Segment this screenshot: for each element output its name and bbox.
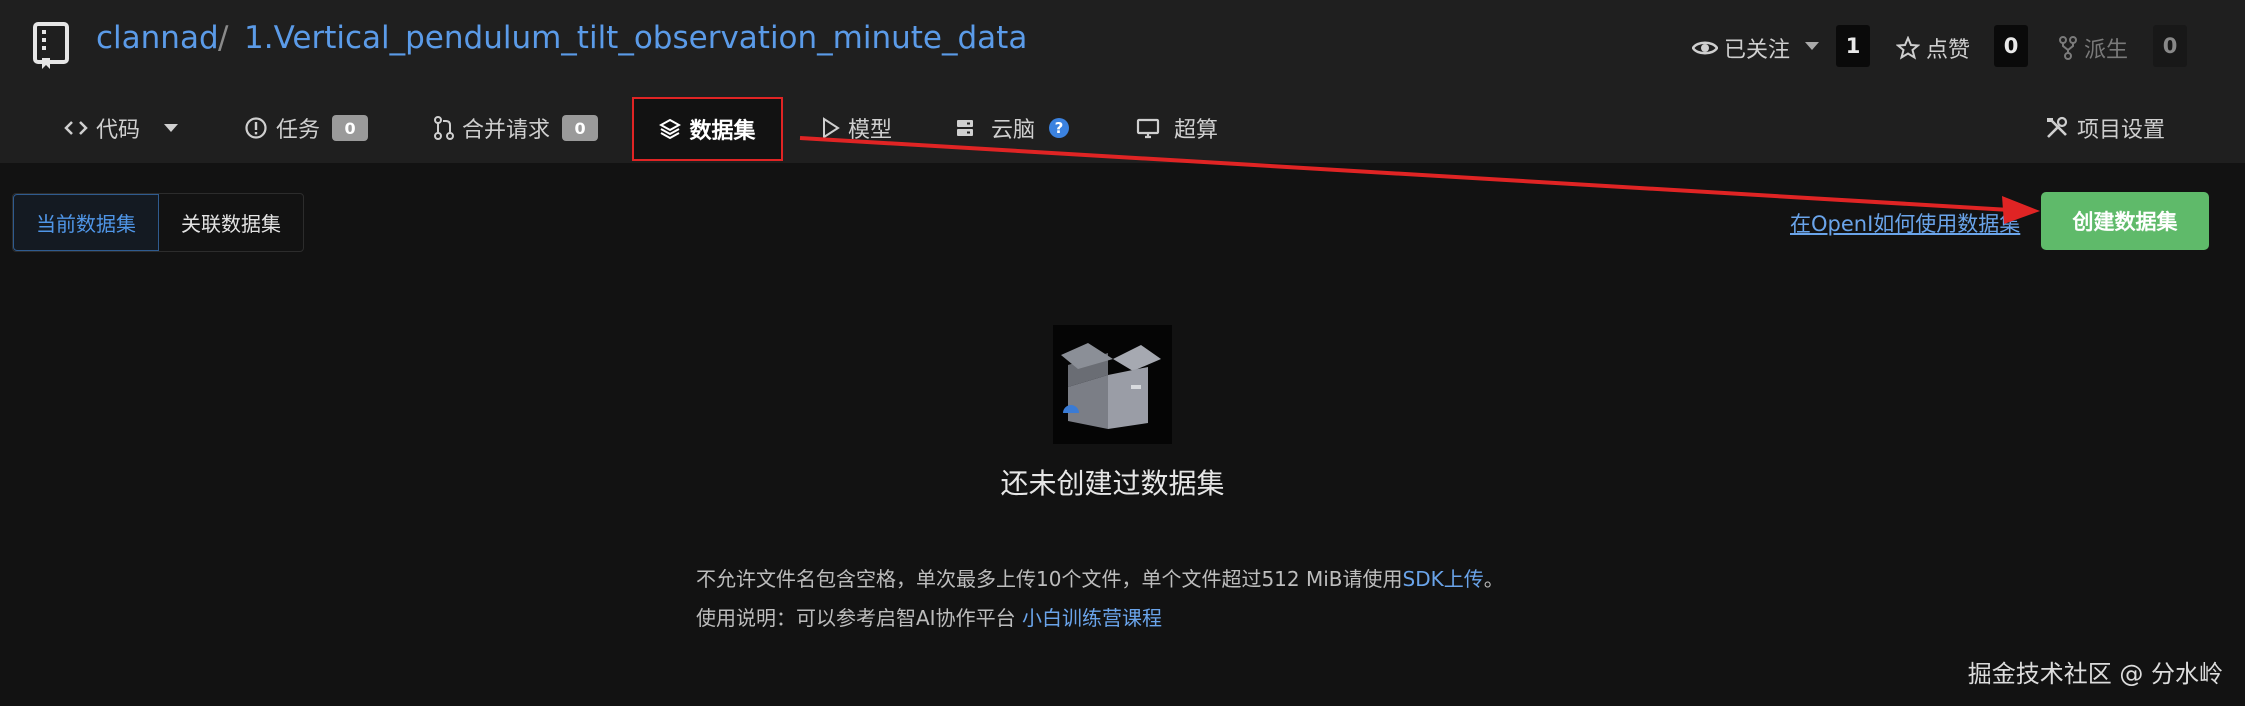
star-button[interactable]: 点赞: [1896, 28, 1970, 68]
eye-icon: [1692, 41, 1718, 55]
related-datasets-tab[interactable]: 关联数据集: [159, 194, 303, 251]
tab-models[interactable]: 模型: [822, 100, 892, 156]
tab-pull-requests[interactable]: 合并请求 0: [434, 100, 599, 156]
project-settings-label: 项目设置: [2077, 118, 2166, 143]
tools-icon: [2047, 116, 2068, 138]
watermark: 掘金技术社区 @ 分水岭: [1967, 660, 2223, 688]
star-label: 点赞: [1926, 38, 1971, 63]
dataset-howto-link[interactable]: 在OpenI如何使用数据集: [1790, 208, 2020, 238]
tab-issues-label: 任务: [276, 118, 321, 143]
repo-header: clannad / 1.Vertical_pendulum_tilt_obser…: [0, 0, 2245, 90]
star-icon: [1896, 36, 1920, 60]
usage-note-text: 使用说明：可以参考启智AI协作平台: [696, 606, 1016, 630]
tab-supercomputing[interactable]: 超算: [1136, 100, 1218, 156]
tab-models-label: 模型: [848, 118, 893, 143]
watch-count: 1: [1836, 25, 1870, 67]
tab-datasets[interactable]: 数据集: [632, 97, 783, 161]
tab-issues[interactable]: 任务 0: [244, 100, 369, 156]
empty-state-title: 还未创建过数据集: [1000, 467, 1225, 500]
server-icon: [957, 120, 973, 136]
monitor-icon: [1136, 118, 1160, 139]
repo-name-link[interactable]: 1.Vertical_pendulum_tilt_observation_min…: [244, 20, 1027, 56]
project-settings-link[interactable]: 项目设置: [2045, 100, 2165, 156]
sdk-upload-link[interactable]: SDK上传: [1403, 567, 1484, 591]
tab-pull-requests-label: 合并请求: [462, 118, 551, 143]
empty-box-icon: [1061, 343, 1161, 429]
fork-label: 派生: [2084, 38, 2129, 63]
layers-icon: [659, 118, 682, 140]
training-course-link[interactable]: 小白训练营课程: [1022, 606, 1162, 630]
usage-note: 使用说明：可以参考启智AI协作平台 小白训练营课程: [696, 602, 1162, 631]
pull-requests-count-badge: 0: [562, 115, 599, 141]
tab-supercomputing-label: 超算: [1174, 118, 1219, 143]
help-icon[interactable]: ?: [1049, 118, 1070, 138]
upload-note-text: 不允许文件名包含空格，单次最多上传10个文件，单个文件超过512 MiB请使用: [696, 567, 1403, 591]
issue-icon: [245, 117, 267, 139]
play-icon: [823, 117, 840, 139]
current-datasets-tab[interactable]: 当前数据集: [13, 194, 159, 251]
tab-cloudbrain-label: 云脑: [991, 118, 1036, 143]
pull-request-icon: [434, 116, 454, 140]
create-dataset-button[interactable]: 创建数据集: [2041, 192, 2209, 250]
fork-button[interactable]: 派生: [2058, 28, 2128, 68]
upload-note-end: 。: [1483, 567, 1504, 591]
star-count: 0: [1994, 25, 2028, 67]
repo-separator: /: [218, 20, 229, 56]
issues-count-badge: 0: [332, 115, 369, 141]
watch-label: 已关注: [1724, 38, 1791, 63]
chevron-down-icon: [164, 124, 179, 132]
header: clannad / 1.Vertical_pendulum_tilt_obser…: [0, 0, 2245, 163]
repo-owner-link[interactable]: clannad: [96, 20, 219, 56]
tab-datasets-label: 数据集: [689, 119, 756, 144]
tab-code-label: 代码: [96, 118, 141, 143]
repo-book-icon: [33, 22, 69, 69]
dataset-scope-toggle: 当前数据集 关联数据集: [12, 193, 304, 252]
tab-code[interactable]: 代码: [64, 100, 179, 156]
chevron-down-icon[interactable]: [1805, 42, 1819, 50]
fork-count: 0: [2153, 25, 2187, 67]
upload-note: 不允许文件名包含空格，单次最多上传10个文件，单个文件超过512 MiB请使用S…: [696, 563, 1504, 592]
empty-box-illustration: [1053, 325, 1172, 444]
fork-icon: [2059, 36, 2077, 60]
code-icon: [64, 121, 88, 135]
tab-cloudbrain[interactable]: 云脑 ?: [955, 100, 1070, 156]
watch-button[interactable]: 已关注: [1692, 28, 1790, 68]
